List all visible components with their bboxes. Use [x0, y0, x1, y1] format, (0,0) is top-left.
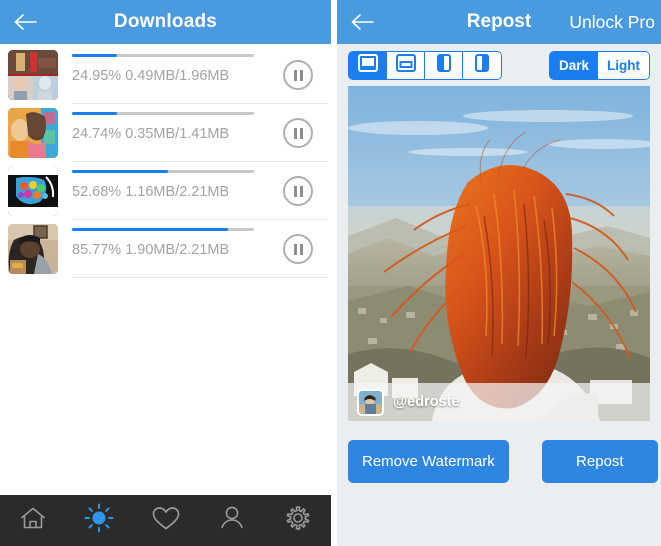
download-thumbnail [8, 108, 58, 158]
download-status-text: 52.68% 1.16MB/2.21MB [72, 184, 230, 200]
download-row[interactable]: 85.77% 1.90MB/2.21MB [0, 220, 331, 278]
progress-bar-track [72, 228, 254, 231]
unlock-pro-button[interactable]: Unlock Pro [569, 0, 659, 44]
person-icon [218, 504, 246, 537]
avatar [357, 388, 384, 416]
layout-caption-bottom-icon [357, 53, 379, 78]
list-divider [72, 277, 328, 278]
layout-option-caption-left[interactable] [425, 51, 463, 79]
progress-bar-fill [72, 228, 229, 231]
theme-segmented-control: Dark Light [548, 50, 650, 80]
theme-option-light[interactable]: Light [598, 51, 649, 79]
progress-bar-track [72, 170, 254, 173]
layout-segmented-control [348, 50, 502, 80]
tab-downloads[interactable] [66, 495, 132, 546]
repost-toolbar: Dark Light [337, 44, 661, 86]
progress-bar-track [72, 54, 254, 57]
downloads-screen: Downloads 24.95% 0.49MB/1.96MB 24.74% 0.… [0, 0, 331, 546]
pause-button[interactable] [281, 174, 315, 208]
download-progress-area: 24.95% 0.49MB/1.96MB [72, 46, 328, 104]
photo-redhead-overlooking-city [348, 86, 650, 421]
back-arrow-icon [349, 12, 377, 32]
gear-icon [284, 504, 312, 537]
back-button-downloads[interactable] [0, 0, 52, 44]
pause-button[interactable] [281, 116, 315, 150]
download-row[interactable]: 24.95% 0.49MB/1.96MB [0, 46, 331, 104]
download-progress-area: 52.68% 1.16MB/2.21MB [72, 162, 328, 220]
theme-option-dark[interactable]: Dark [549, 51, 598, 79]
home-icon [19, 505, 47, 536]
download-progress-area: 85.77% 1.90MB/2.21MB [72, 220, 328, 278]
progress-bar-fill [72, 54, 118, 57]
progress-bar-fill [72, 170, 168, 173]
back-arrow-icon [12, 12, 40, 32]
progress-bar-track [72, 112, 254, 115]
pause-icon [283, 60, 313, 90]
download-status-text: 24.74% 0.35MB/1.41MB [72, 126, 230, 142]
heart-icon [151, 505, 181, 537]
download-status-text: 24.95% 0.49MB/1.96MB [72, 68, 230, 84]
layout-caption-right-icon [471, 53, 493, 78]
layout-option-caption-bottom[interactable] [349, 51, 387, 79]
watermark-username: @edroste [393, 394, 460, 410]
layout-option-caption-right[interactable] [463, 51, 501, 79]
repost-photo-preview[interactable]: @edroste [348, 86, 650, 421]
watermark-overlay: @edroste [348, 383, 650, 421]
bottom-tab-bar [0, 495, 331, 546]
layout-option-caption-bottom-outline[interactable] [387, 51, 425, 79]
app-screenshot: Downloads 24.95% 0.49MB/1.96MB 24.74% 0.… [0, 0, 661, 546]
tab-home[interactable] [0, 495, 66, 546]
tab-settings[interactable] [265, 495, 331, 546]
remove-watermark-button[interactable]: Remove Watermark [348, 440, 509, 483]
pause-icon [283, 176, 313, 206]
layout-caption-left-icon [433, 53, 455, 78]
download-thumbnail [8, 166, 58, 216]
pause-icon [283, 234, 313, 264]
progress-bar-fill [72, 112, 118, 115]
sun-icon [84, 503, 114, 538]
pause-icon [283, 118, 313, 148]
downloads-nav-bar: Downloads [0, 0, 331, 44]
download-row[interactable]: 52.68% 1.16MB/2.21MB [0, 162, 331, 220]
tab-profile[interactable] [199, 495, 265, 546]
repost-actions: Remove Watermark Repost [337, 421, 661, 483]
back-button-repost[interactable] [337, 0, 389, 44]
download-progress-area: 24.74% 0.35MB/1.41MB [72, 104, 328, 162]
downloads-list: 24.95% 0.49MB/1.96MB 24.74% 0.35MB/1.41M… [0, 44, 331, 278]
download-thumbnail [8, 224, 58, 274]
download-row[interactable]: 24.74% 0.35MB/1.41MB [0, 104, 331, 162]
download-status-text: 85.77% 1.90MB/2.21MB [72, 242, 230, 258]
repost-nav-bar: Repost Unlock Pro [337, 0, 661, 44]
tab-likes[interactable] [132, 495, 198, 546]
repost-screen: Repost Unlock Pro Dark Light @edroste Re… [337, 0, 661, 546]
repost-button[interactable]: Repost [541, 440, 658, 483]
download-thumbnail [8, 50, 58, 100]
pause-button[interactable] [281, 58, 315, 92]
pause-button[interactable] [281, 232, 315, 266]
layout-caption-bottom-outline-icon [395, 53, 417, 78]
